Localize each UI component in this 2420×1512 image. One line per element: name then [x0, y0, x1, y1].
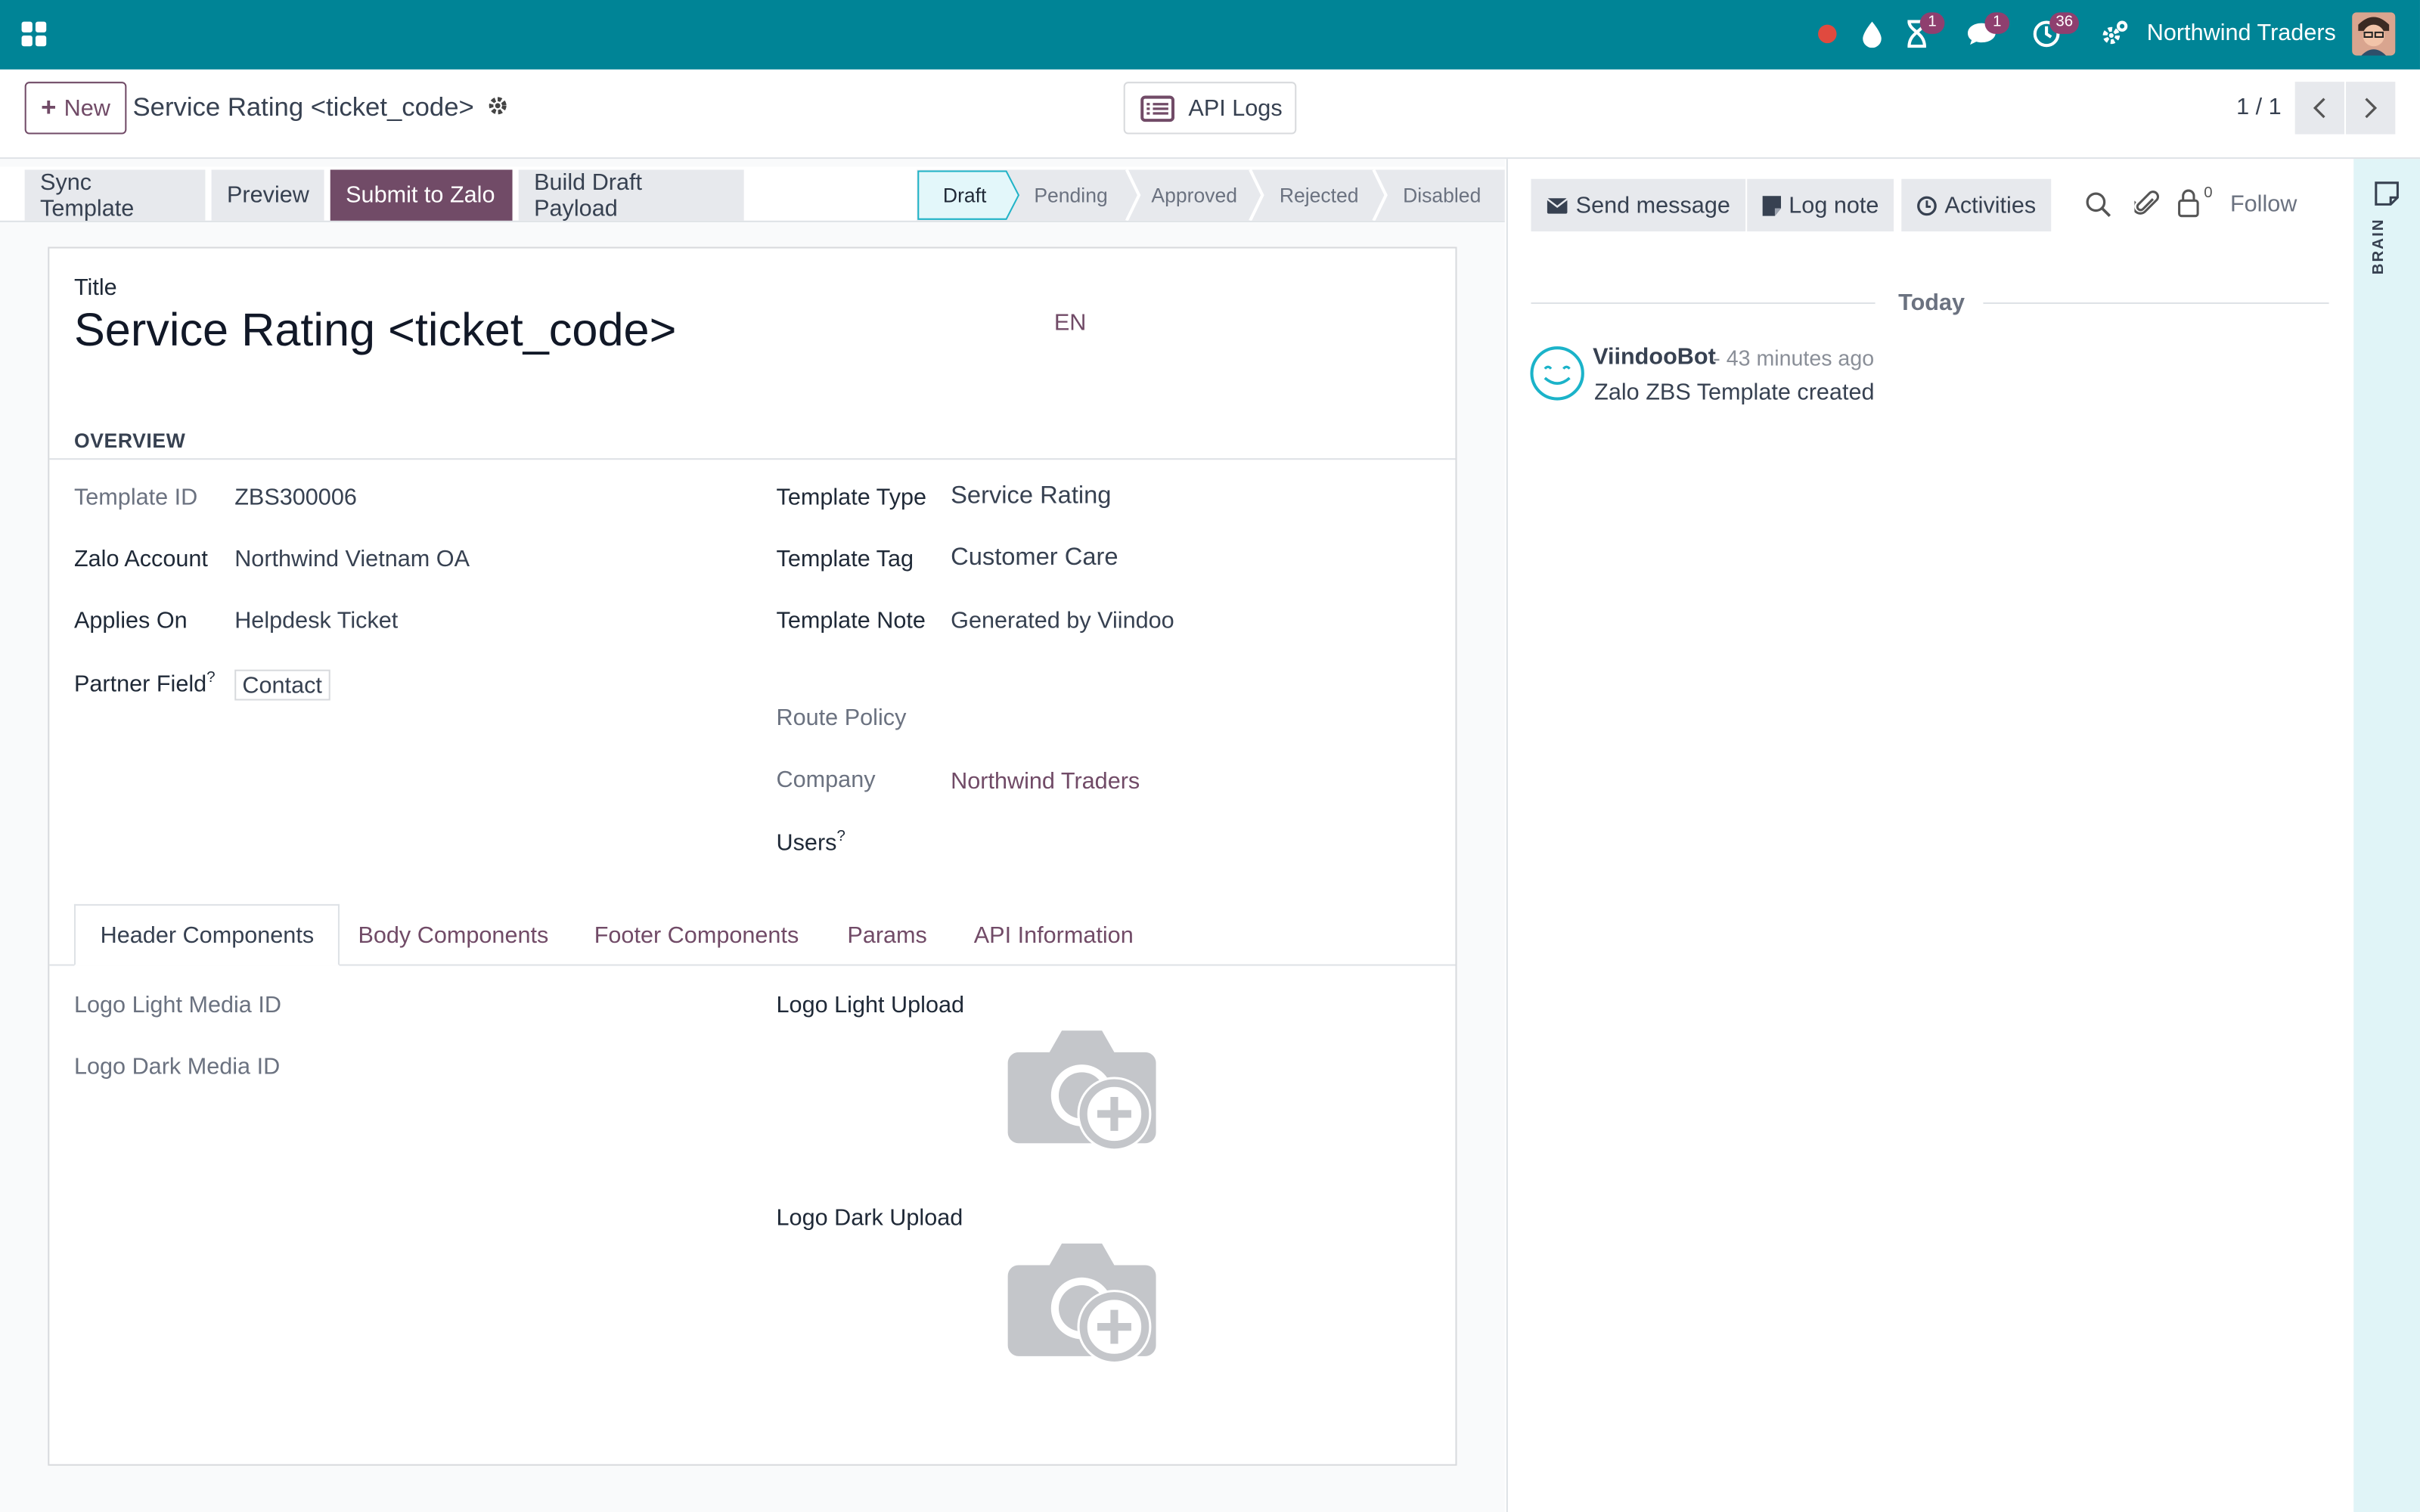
- send-message-label: Send message: [1575, 192, 1730, 218]
- stage-disabled[interactable]: Disabled: [1403, 169, 1481, 220]
- send-message-button[interactable]: Send message: [1531, 178, 1746, 232]
- bot-avatar-icon: [1529, 345, 1584, 401]
- pager-value[interactable]: 1 / 1: [2236, 94, 2282, 120]
- clock-badge: 36: [2049, 12, 2080, 34]
- paperclip-icon[interactable]: [2134, 190, 2159, 218]
- chevron-right-icon: [2363, 98, 2378, 119]
- top-navbar: 1 1 36 Northwind Traders: [0, 0, 2420, 70]
- pager-previous-button[interactable]: [2294, 82, 2344, 135]
- log-note-label: Log note: [1789, 192, 1879, 218]
- stage-draft[interactable]: Draft: [943, 169, 986, 220]
- api-logs-label: API Logs: [1188, 94, 1283, 122]
- template-id-value: ZBS300006: [234, 484, 357, 511]
- activities-label: Activities: [1944, 192, 2037, 218]
- template-type-label: Template Type: [776, 484, 927, 511]
- drop-icon[interactable]: [1854, 15, 1891, 52]
- hourglass-icon[interactable]: 1: [1898, 12, 1945, 52]
- partner-field-label: Partner Field?: [74, 670, 216, 698]
- sync-template-button[interactable]: Sync Template: [24, 169, 206, 222]
- zalo-account-field[interactable]: Northwind Vietnam OA: [234, 546, 470, 572]
- tab-header-components[interactable]: Header Components: [73, 903, 340, 966]
- stage-pending[interactable]: Pending: [1034, 169, 1107, 220]
- settings-icon[interactable]: [2096, 15, 2133, 52]
- stage-rejected[interactable]: Rejected: [1280, 169, 1359, 220]
- clock-icon[interactable]: 36: [2028, 12, 2080, 52]
- logo-light-upload-label: Logo Light Upload: [776, 992, 965, 1018]
- users-help-icon[interactable]: ?: [836, 829, 845, 845]
- note-icon: [1762, 195, 1782, 215]
- template-tag-label: Template Tag: [776, 546, 914, 573]
- form-sheet: [48, 246, 1457, 1466]
- applies-on-label: Applies On: [73, 608, 188, 634]
- logo-dark-upload-camera-icon[interactable]: [1007, 1238, 1158, 1374]
- follow-button[interactable]: Follow: [2230, 191, 2297, 218]
- company-link[interactable]: Northwind Traders: [951, 768, 1140, 795]
- applies-on-field[interactable]: Helpdesk Ticket: [234, 608, 398, 634]
- tab-body-components[interactable]: Body Components: [334, 904, 573, 966]
- route-policy-label: Route Policy: [776, 705, 907, 732]
- template-tag-field[interactable]: Customer Care: [951, 544, 1118, 572]
- tab-footer-components[interactable]: Footer Components: [569, 904, 824, 966]
- company-switcher[interactable]: Northwind Traders: [2147, 20, 2336, 47]
- today-divider-right: [1983, 302, 2329, 305]
- message-body: Zalo ZBS Template created: [1594, 380, 1875, 406]
- partner-field-tag[interactable]: Contact: [234, 669, 330, 701]
- followers-count: 0: [2204, 184, 2213, 203]
- api-logs-button[interactable]: API Logs: [1123, 82, 1297, 135]
- language-button[interactable]: EN: [1054, 310, 1087, 336]
- apps-grid-icon[interactable]: [15, 15, 52, 52]
- partner-field-label-text: Partner Field: [73, 671, 207, 698]
- template-note-label: Template Note: [776, 608, 926, 634]
- users-label: Users?: [777, 829, 845, 857]
- logo-dark-upload-label: Logo Dark Upload: [776, 1204, 963, 1232]
- logo-light-media-id-label: Logo Light Media ID: [73, 992, 281, 1018]
- users-label-text: Users: [776, 829, 837, 857]
- template-type-field[interactable]: Service Rating: [951, 483, 1111, 511]
- title-label: Title: [73, 274, 117, 301]
- brain-side-panel[interactable]: [2353, 159, 2420, 1512]
- plus-icon: +: [41, 92, 57, 122]
- brain-label: BRAIN: [2370, 218, 2388, 275]
- build-draft-payload-button[interactable]: Build Draft Payload: [518, 169, 744, 222]
- list-icon: [1140, 94, 1175, 122]
- stage-approved[interactable]: Approved: [1151, 169, 1237, 220]
- overview-section-title: OVERVIEW: [73, 429, 186, 452]
- envelope-icon: [1547, 197, 1568, 213]
- partner-field-help-icon[interactable]: ?: [206, 670, 215, 686]
- chevron-left-icon: [2312, 98, 2327, 119]
- status-stages: Draft Pending Approved Rejected Disabled: [917, 169, 1505, 221]
- chat-icon[interactable]: 1: [1963, 12, 2010, 52]
- logo-light-upload-camera-icon[interactable]: [1007, 1024, 1158, 1160]
- date-separator-today: Today: [1898, 290, 1965, 317]
- activities-badge: 1: [1919, 12, 1945, 34]
- title-field[interactable]: Service Rating <ticket_code>: [74, 305, 676, 358]
- sticky-note-icon[interactable]: [2374, 181, 2400, 207]
- template-note-field[interactable]: Generated by Viindoo: [951, 608, 1174, 634]
- tab-api-information[interactable]: API Information: [949, 904, 1158, 966]
- clock-small-icon: [1917, 195, 1938, 215]
- overview-divider: [49, 458, 1456, 460]
- gear-icon[interactable]: [486, 94, 510, 117]
- preview-button[interactable]: Preview: [211, 169, 324, 221]
- message-author[interactable]: ViindooBot: [1593, 344, 1716, 370]
- recording-dot-icon[interactable]: [1809, 15, 1846, 52]
- followers-lock-icon[interactable]: [2178, 188, 2200, 218]
- tab-params[interactable]: Params: [823, 904, 952, 966]
- breadcrumb: Service Rating <ticket_code>: [132, 92, 474, 122]
- submit-to-zalo-button[interactable]: Submit to Zalo: [330, 169, 513, 221]
- messages-badge: 1: [1984, 12, 2010, 34]
- activities-button[interactable]: Activities: [1901, 178, 2052, 232]
- zalo-account-label: Zalo Account: [73, 546, 208, 573]
- today-divider-left: [1531, 302, 1876, 305]
- log-note-button[interactable]: Log note: [1747, 178, 1894, 232]
- search-icon[interactable]: [2085, 191, 2111, 218]
- company-label: Company: [776, 767, 876, 793]
- new-button[interactable]: + New: [24, 82, 127, 135]
- user-avatar[interactable]: [2352, 12, 2396, 56]
- new-button-label: New: [64, 94, 110, 122]
- pager-next-button[interactable]: [2346, 82, 2396, 135]
- template-id-label: Template ID: [73, 484, 198, 511]
- message-time: - 43 minutes ago: [1713, 345, 1875, 370]
- logo-dark-media-id-label: Logo Dark Media ID: [73, 1053, 281, 1080]
